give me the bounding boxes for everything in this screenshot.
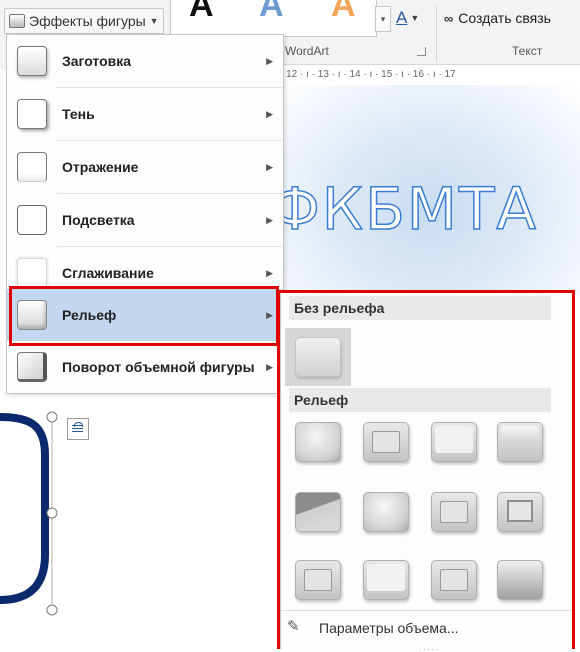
horizontal-ruler[interactable]: · 12 · ı · 13 · ı · 14 · ı · 15 · ı · 16… [280, 64, 580, 86]
chain-link-icon: ∞ [444, 10, 454, 26]
menu-item-preset[interactable]: Заготовка ▶ [7, 35, 283, 87]
submenu-highlight-frame [277, 290, 575, 649]
text-fill-button[interactable]: A ▼ [396, 8, 419, 28]
wordart-group-label: WordArt [285, 44, 329, 58]
wordart-text[interactable]: ФКБМТА [269, 174, 538, 244]
chevron-right-icon: ▶ [266, 55, 273, 66]
wordart-style-1[interactable]: A [189, 0, 214, 25]
wordart-style-gallery[interactable]: A A A [170, 0, 377, 37]
3d-rotation-thumb-icon [17, 352, 47, 382]
connector-shape[interactable] [0, 405, 70, 620]
chevron-right-icon: ▶ [266, 108, 273, 119]
menu-item-glow[interactable]: Подсветка ▶ [7, 194, 283, 246]
create-link-button[interactable]: ∞ Создать связь [444, 10, 551, 26]
chevron-down-icon: ▼ [410, 13, 420, 23]
shadow-thumb-icon [17, 99, 47, 129]
preset-thumb-icon [17, 46, 47, 76]
text-group-label: Текст [512, 44, 543, 58]
soft-edges-thumb-icon [17, 258, 47, 288]
chevron-right-icon: ▶ [266, 161, 273, 172]
menu-item-label: Поворот объемной фигуры [62, 359, 255, 375]
wordart-style-3[interactable]: A [331, 0, 356, 25]
menu-item-label: Заготовка [62, 53, 132, 69]
menu-item-label: Сглаживание [62, 265, 154, 281]
menu-item-3d-rotation[interactable]: Поворот объемной фигуры ▶ [7, 341, 283, 393]
connector-path [0, 413, 49, 604]
menu-item-shadow[interactable]: Тень ▶ [7, 88, 283, 140]
layout-options-icon[interactable] [67, 418, 89, 440]
chevron-right-icon: ▶ [266, 267, 273, 278]
menu-item-label: Отражение [62, 159, 139, 175]
chevron-right-icon: ▶ [266, 214, 273, 225]
wordart-style-2[interactable]: A [259, 0, 284, 25]
reflection-thumb-icon [17, 152, 47, 182]
dialog-launcher-icon[interactable] [417, 47, 426, 56]
resize-handle-top[interactable] [46, 411, 58, 423]
shape-effects-button[interactable]: Эффекты фигуры ▼ [4, 8, 164, 34]
shape-effects-icon [9, 14, 25, 28]
highlight-frame [9, 286, 279, 346]
resize-handle-bottom[interactable] [46, 604, 58, 616]
chevron-down-icon: ▼ [149, 16, 159, 26]
menu-item-label: Тень [62, 106, 95, 122]
menu-item-label: Подсветка [62, 212, 135, 228]
create-link-label: Создать связь [458, 10, 551, 26]
gallery-more-button[interactable]: ▾ [375, 6, 391, 32]
chevron-right-icon: ▶ [266, 361, 273, 372]
shape-effects-label: Эффекты фигуры [29, 13, 146, 29]
glow-thumb-icon [17, 205, 47, 235]
text-fill-icon: A [396, 8, 408, 27]
menu-item-reflection[interactable]: Отражение ▶ [7, 141, 283, 193]
resize-handle-middle[interactable] [46, 507, 58, 519]
group-divider [436, 6, 437, 62]
